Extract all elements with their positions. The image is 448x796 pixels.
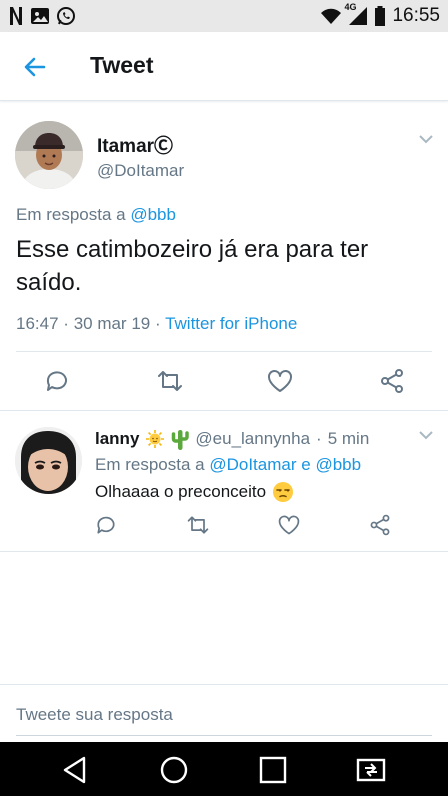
gallery-icon: [31, 8, 49, 24]
system-nav-bar: [0, 742, 448, 796]
screen-cast-icon[interactable]: [355, 754, 387, 786]
user-photo-icon: [15, 427, 82, 494]
chevron-down-icon[interactable]: [418, 429, 434, 441]
reply-conjunction: e: [301, 455, 311, 474]
share-icon[interactable]: [378, 367, 406, 395]
reply-prefix: Em resposta a: [95, 455, 205, 474]
battery-icon: [375, 6, 386, 26]
reply-to-link[interactable]: @bbb: [315, 455, 361, 474]
author-name[interactable]: ItamarⒸ: [97, 131, 173, 158]
avatar[interactable]: [15, 427, 82, 494]
status-time: 16:55: [392, 5, 440, 26]
unamused-face-emoji: [273, 482, 294, 502]
display-name[interactable]: lanny: [95, 429, 139, 449]
arrow-left-icon[interactable]: [20, 52, 50, 82]
reply-header: lanny @eu_lannynha · 5 min: [95, 428, 369, 450]
tweet-source[interactable]: Twitter for iPhone: [165, 314, 297, 333]
status-bar: 4G 16:55: [0, 0, 448, 32]
recents-square-icon[interactable]: [257, 754, 289, 786]
tweet-text: Olhaaaa o preconceito: [95, 481, 294, 503]
tweet-actions: [0, 511, 448, 541]
retweet-icon[interactable]: [156, 367, 184, 395]
tweet-date: 30 mar 19: [73, 314, 151, 333]
copyright-badge: Ⓒ: [154, 136, 174, 157]
retweet-icon[interactable]: [186, 513, 210, 537]
tweet-time: 16:47: [16, 314, 59, 333]
reply-icon[interactable]: [94, 513, 118, 537]
chevron-down-icon[interactable]: [418, 133, 434, 145]
meta-separator: ·: [154, 314, 161, 333]
back-triangle-icon[interactable]: [60, 754, 92, 786]
author-handle[interactable]: @DoItamar: [97, 161, 184, 181]
reply-prefix: Em resposta a: [16, 205, 126, 224]
like-icon[interactable]: [266, 367, 294, 395]
reply-composer: Tweete sua resposta: [0, 684, 448, 743]
reply-to-link[interactable]: @bbb: [130, 205, 176, 224]
tweet-meta: 16:47 · 30 mar 19 · Twitter for iPhone: [16, 314, 297, 334]
reply-text: Olhaaaa o preconceito: [95, 482, 267, 501]
reply-context: Em resposta a @bbb: [16, 205, 176, 225]
divider: [16, 351, 432, 352]
home-circle-icon[interactable]: [158, 754, 190, 786]
status-right-icons: 4G 16:55: [320, 2, 440, 27]
app-bar: Tweet: [0, 32, 448, 101]
divider: [0, 551, 448, 552]
cactus-emoji: [172, 430, 190, 450]
netflix-icon: [10, 7, 22, 25]
display-name: Itamar: [97, 136, 155, 157]
reply-icon[interactable]: [43, 367, 71, 395]
reply-tweet[interactable]: lanny @eu_lannynha · 5 min Em resposta a…: [0, 411, 448, 551]
input-underline: [16, 735, 432, 736]
user-photo-icon: [15, 121, 83, 189]
share-icon[interactable]: [368, 513, 392, 537]
status-left-icons: [8, 6, 76, 26]
page-title: Tweet: [90, 52, 154, 78]
reply-age: 5 min: [327, 429, 370, 448]
sun-emoji: [146, 430, 165, 448]
whatsapp-icon: [57, 7, 75, 25]
network-type: 4G: [344, 2, 357, 12]
author-handle[interactable]: @eu_lannynha: [195, 429, 310, 449]
tweet-text: Esse catimbozeiro já era para ter saído.: [16, 236, 369, 296]
like-icon[interactable]: [277, 513, 301, 537]
signal-icon: 4G: [344, 2, 368, 26]
meta-separator: ·: [63, 314, 69, 333]
avatar[interactable]: [15, 121, 83, 189]
tweet-actions: [0, 363, 448, 399]
wifi-icon: [321, 8, 342, 24]
reply-to-link[interactable]: @DoItamar: [209, 455, 296, 474]
reply-input[interactable]: Tweete sua resposta: [16, 705, 173, 725]
meta-separator: ·: [316, 429, 322, 448]
reply-context: Em resposta a @DoItamar e @bbb: [95, 455, 361, 475]
